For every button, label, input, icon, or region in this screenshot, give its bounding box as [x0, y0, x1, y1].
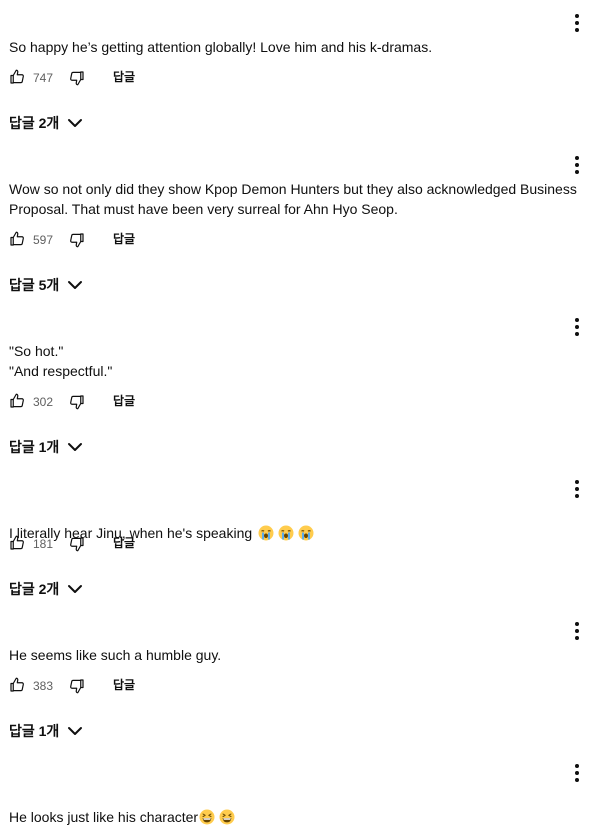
comment-actions: 597 답글 — [0, 230, 200, 250]
more-options-icon[interactable] — [566, 11, 588, 35]
chevron-down-icon — [68, 119, 83, 127]
view-replies-button[interactable]: 답글 1개 — [9, 437, 83, 457]
comment-text: "So hot." "And respectful." — [9, 343, 113, 379]
grinning-squinting-face-icon — [219, 809, 235, 825]
chevron-down-icon — [68, 727, 83, 735]
loudly-crying-face-icon — [258, 525, 274, 541]
comment-text: So happy he’s getting attention globally… — [9, 39, 433, 55]
reply-button[interactable]: 답글 — [113, 393, 135, 409]
comment-actions: 383 답글 — [0, 676, 200, 696]
like-count: 181 — [33, 537, 54, 551]
comment-actions: 181 답글 — [0, 534, 200, 554]
like-count: 302 — [33, 395, 54, 409]
thumbs-up-icon[interactable] — [8, 676, 26, 694]
comment-text: He looks just like his character — [9, 787, 581, 827]
chevron-down-icon — [68, 585, 83, 593]
more-options-icon[interactable] — [566, 761, 588, 785]
reply-button[interactable]: 답글 — [113, 535, 135, 551]
view-replies-button[interactable]: 답글 1개 — [9, 721, 83, 741]
more-options-icon[interactable] — [566, 477, 588, 501]
comment-text: He seems like such a humble guy. — [9, 647, 222, 663]
reply-button[interactable]: 답글 — [113, 677, 135, 693]
thumbs-down-icon[interactable] — [68, 677, 86, 695]
thumbs-down-icon[interactable] — [68, 393, 86, 411]
more-options-icon[interactable] — [566, 619, 588, 643]
loudly-crying-face-icon — [278, 525, 294, 541]
more-options-icon[interactable] — [566, 153, 588, 177]
view-replies-button[interactable]: 답글 2개 — [9, 113, 83, 133]
like-count: 747 — [33, 71, 54, 85]
reply-button[interactable]: 답글 — [113, 69, 135, 85]
more-options-icon[interactable] — [566, 315, 588, 339]
thumbs-up-icon[interactable] — [8, 534, 26, 552]
chevron-down-icon — [68, 443, 83, 451]
view-replies-button[interactable]: 답글 2개 — [9, 579, 83, 599]
replies-count-label: 답글 2개 — [9, 115, 60, 131]
comment-actions: 747 답글 — [0, 68, 200, 88]
comment-text-body: He looks just like his character — [9, 809, 199, 825]
like-count: 383 — [33, 679, 54, 693]
chevron-down-icon — [68, 281, 83, 289]
view-replies-button[interactable]: 답글 5개 — [9, 275, 83, 295]
thumbs-up-icon[interactable] — [8, 392, 26, 410]
reply-button[interactable]: 답글 — [113, 231, 135, 247]
replies-count-label: 답글 5개 — [9, 277, 60, 293]
thumbs-up-icon[interactable] — [8, 68, 26, 86]
thumbs-down-icon[interactable] — [68, 231, 86, 249]
thumbs-down-icon[interactable] — [68, 535, 86, 553]
comment-actions: 302 답글 — [0, 392, 200, 412]
replies-count-label: 답글 1개 — [9, 439, 60, 455]
replies-count-label: 답글 1개 — [9, 723, 60, 739]
replies-count-label: 답글 2개 — [9, 581, 60, 597]
thumbs-up-icon[interactable] — [8, 230, 26, 248]
thumbs-down-icon[interactable] — [68, 69, 86, 87]
loudly-crying-face-icon — [298, 525, 314, 541]
like-count: 597 — [33, 233, 54, 247]
grinning-squinting-face-icon — [199, 809, 215, 825]
comment-text: Wow so not only did they show Kpop Demon… — [9, 181, 577, 217]
